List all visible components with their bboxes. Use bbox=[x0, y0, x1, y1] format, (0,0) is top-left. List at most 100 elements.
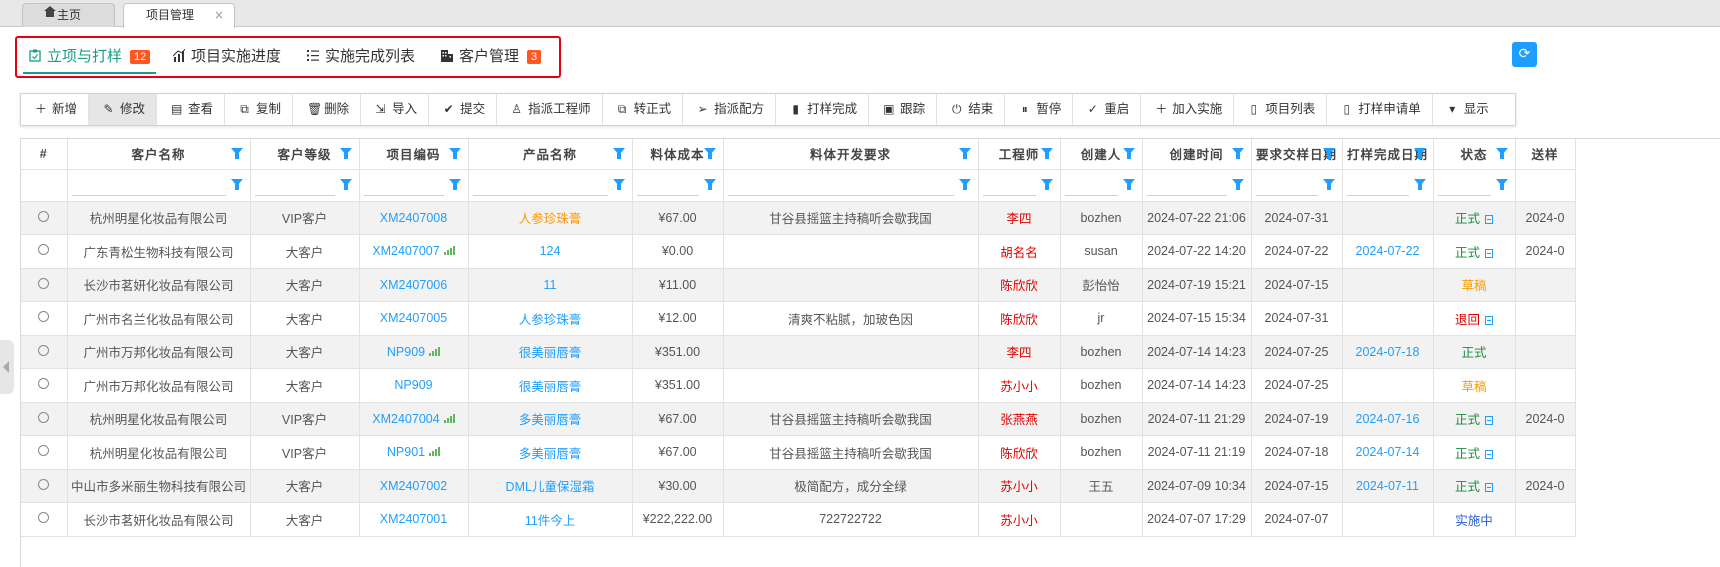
page-tab-home[interactable]: 主页 bbox=[22, 3, 115, 27]
filter-icon[interactable] bbox=[1122, 179, 1135, 190]
row-radio[interactable] bbox=[38, 244, 50, 256]
progress-chart-icon[interactable] bbox=[429, 346, 441, 356]
column-header[interactable]: 产品名称 bbox=[468, 139, 633, 170]
table-row[interactable]: 广州市万邦化妆品有限公司 大客户 NP909 很美丽唇膏 ¥351.00 李四 bozhen… bbox=[21, 335, 1576, 369]
project-code-cell[interactable]: NP909 bbox=[359, 368, 469, 403]
document-icon[interactable] bbox=[1485, 315, 1493, 325]
product-name-cell[interactable]: 11 bbox=[468, 268, 633, 302]
product-name[interactable]: 124 bbox=[540, 244, 561, 258]
product-name-cell[interactable]: 多美丽唇膏 bbox=[468, 402, 633, 436]
row-radio[interactable] bbox=[38, 478, 50, 490]
progress-chart-icon[interactable] bbox=[443, 246, 455, 256]
project-code[interactable]: NP901 bbox=[387, 445, 425, 459]
column-filter-cell[interactable] bbox=[468, 169, 633, 202]
assign-engineer-button[interactable]: ♙ 指派工程师 bbox=[497, 94, 603, 125]
project-code-cell[interactable]: XM2407004 bbox=[359, 402, 469, 436]
project-code-cell[interactable]: XM2407008 bbox=[359, 201, 469, 235]
product-name[interactable]: 人参珍珠膏 bbox=[519, 212, 582, 226]
filter-icon[interactable] bbox=[958, 179, 971, 190]
project-code-cell[interactable]: NP901 bbox=[359, 435, 469, 470]
tab-customer-management[interactable]: 客户管理 3 bbox=[441, 46, 542, 70]
filter-icon[interactable] bbox=[1495, 147, 1508, 159]
row-radio[interactable] bbox=[38, 311, 50, 323]
filter-icon[interactable] bbox=[1322, 147, 1335, 159]
filter-input[interactable] bbox=[982, 194, 1036, 196]
filter-input[interactable] bbox=[636, 194, 699, 196]
column-filter-cell[interactable] bbox=[632, 169, 724, 202]
submit-button[interactable]: ✔ 提交 bbox=[429, 94, 498, 125]
filter-input[interactable] bbox=[71, 194, 226, 196]
copy-button[interactable]: ⧉ 复制 bbox=[225, 94, 294, 125]
filter-input[interactable] bbox=[727, 194, 954, 196]
product-name-cell[interactable]: 多美丽唇膏 bbox=[468, 435, 633, 470]
column-header[interactable]: 工程师 bbox=[978, 139, 1061, 170]
project-code-cell[interactable]: XM2407002 bbox=[359, 469, 469, 503]
document-icon[interactable] bbox=[1485, 416, 1493, 426]
project-code-cell[interactable]: XM2407001 bbox=[359, 502, 469, 537]
tab-project-progress[interactable]: 项目实施进度 bbox=[173, 46, 281, 70]
filter-icon[interactable] bbox=[1413, 147, 1426, 159]
product-name-cell[interactable]: 很美丽唇膏 bbox=[468, 335, 633, 369]
table-row[interactable]: 广州市万邦化妆品有限公司 大客户 NP909 很美丽唇膏 ¥351.00 苏小小 bozhe… bbox=[21, 368, 1576, 403]
row-radio[interactable] bbox=[38, 277, 50, 289]
column-filter-cell[interactable] bbox=[1433, 169, 1516, 202]
project-code-cell[interactable]: XM2407007 bbox=[359, 234, 469, 269]
product-name[interactable]: 很美丽唇膏 bbox=[519, 380, 582, 394]
sidebar-collapse-handle[interactable] bbox=[0, 340, 14, 394]
column-header[interactable]: 创建时间 bbox=[1142, 139, 1252, 170]
filter-icon[interactable] bbox=[612, 179, 625, 190]
join-implement-button[interactable]: ＋ 加入实施 bbox=[1141, 94, 1235, 125]
table-row[interactable]: 广东青松生物科技有限公司 大客户 XM2407007 124 ¥0.00 胡名名 susan… bbox=[21, 234, 1576, 269]
filter-input[interactable] bbox=[1255, 194, 1318, 196]
column-header[interactable]: 料体开发要求 bbox=[723, 139, 979, 170]
product-name[interactable]: 很美丽唇膏 bbox=[519, 346, 582, 360]
filter-icon[interactable] bbox=[1322, 179, 1335, 190]
product-name-cell[interactable]: 11件今上 bbox=[468, 502, 633, 537]
edit-button[interactable]: ✎ 修改 bbox=[89, 94, 158, 125]
filter-icon[interactable] bbox=[1231, 147, 1244, 159]
project-code[interactable]: XM2407005 bbox=[380, 311, 447, 325]
row-radio[interactable] bbox=[38, 512, 50, 524]
product-name-cell[interactable]: DML儿童保湿霜 bbox=[468, 469, 633, 503]
project-code[interactable]: XM2407007 bbox=[372, 244, 439, 258]
column-header[interactable]: # bbox=[21, 139, 68, 170]
row-radio[interactable] bbox=[38, 411, 50, 423]
column-header[interactable]: 打样完成日期 bbox=[1342, 139, 1434, 170]
document-icon[interactable] bbox=[1485, 449, 1493, 459]
progress-chart-icon[interactable] bbox=[429, 447, 441, 457]
filter-icon[interactable] bbox=[958, 147, 971, 159]
project-code[interactable]: XM2407006 bbox=[380, 278, 447, 292]
sample-apply-button[interactable]: ▯ 打样申请单 bbox=[1327, 94, 1433, 125]
product-name[interactable]: 11 bbox=[544, 278, 557, 292]
column-filter-cell[interactable] bbox=[1060, 169, 1143, 202]
table-row[interactable]: 杭州明星化妆品有限公司 VIP客户 NP901 多美丽唇膏 ¥67.00 甘谷县摇篮主持稿… bbox=[21, 435, 1576, 470]
product-name[interactable]: 多美丽唇膏 bbox=[519, 413, 582, 427]
add-button[interactable]: ＋ 新增 bbox=[21, 94, 90, 125]
filter-icon[interactable] bbox=[612, 147, 625, 159]
project-code-cell[interactable]: XM2407005 bbox=[359, 301, 469, 336]
filter-icon[interactable] bbox=[230, 179, 243, 190]
refresh-button[interactable]: ⟳ bbox=[1512, 42, 1537, 67]
product-name[interactable]: 人参珍珠膏 bbox=[519, 313, 582, 327]
project-code-cell[interactable]: NP909 bbox=[359, 335, 469, 369]
document-icon[interactable] bbox=[1485, 248, 1493, 258]
filter-input[interactable] bbox=[1437, 194, 1491, 196]
table-row[interactable]: 杭州明星化妆品有限公司 VIP客户 XM2407008 人参珍珠膏 ¥67.00 甘谷县摇… bbox=[21, 201, 1576, 235]
tab-project-sampling[interactable]: 立项与打样 12 bbox=[22, 46, 157, 74]
filter-icon[interactable] bbox=[703, 147, 716, 159]
column-filter-cell[interactable] bbox=[1251, 169, 1343, 202]
filter-icon[interactable] bbox=[339, 147, 352, 159]
column-header[interactable]: 料体成本 bbox=[632, 139, 724, 170]
row-radio[interactable] bbox=[38, 445, 50, 457]
project-code[interactable]: XM2407002 bbox=[380, 479, 447, 493]
assign-formula-button[interactable]: ➢ 指派配方 bbox=[683, 94, 777, 125]
filter-icon[interactable] bbox=[703, 179, 716, 190]
row-radio[interactable] bbox=[38, 210, 50, 222]
project-code[interactable]: NP909 bbox=[387, 345, 425, 359]
filter-icon[interactable] bbox=[1040, 147, 1053, 159]
column-filter-cell[interactable] bbox=[1342, 169, 1434, 202]
column-header[interactable]: 客户名称 bbox=[67, 139, 251, 170]
product-name-cell[interactable]: 人参珍珠膏 bbox=[468, 301, 633, 336]
filter-icon[interactable] bbox=[448, 147, 461, 159]
table-row[interactable]: 长沙市茗妍化妆品有限公司 大客户 XM2407006 11 ¥11.00 陈欣欣 彭怡怡 20… bbox=[21, 268, 1576, 302]
